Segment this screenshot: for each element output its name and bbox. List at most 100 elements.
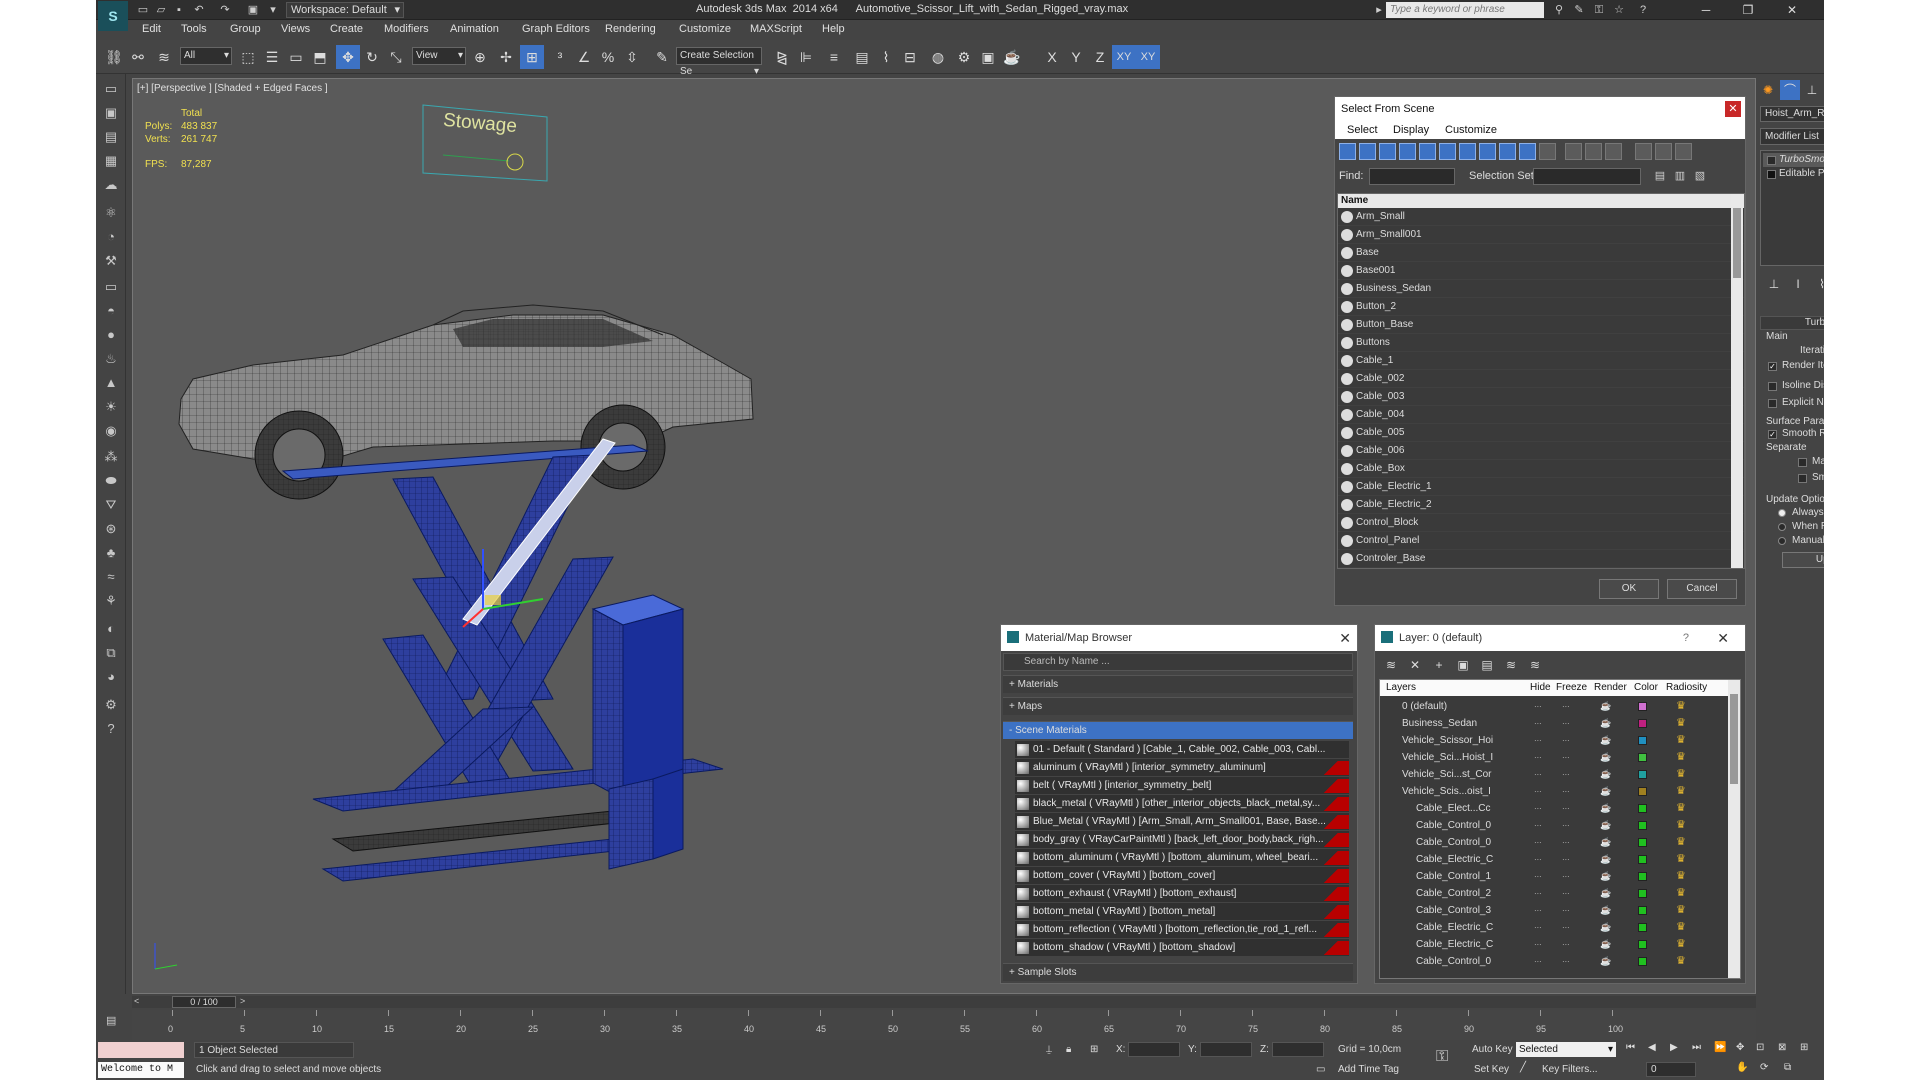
scene-object-item[interactable]: Control_Block	[1338, 514, 1744, 532]
bind-spacewarp-icon[interactable]: ≋	[152, 45, 176, 69]
modify-tab-icon[interactable]: ⌒	[1780, 80, 1800, 100]
close-icon[interactable]: ✕	[1339, 625, 1351, 651]
menu-graph-editors[interactable]: Graph Editors	[522, 23, 590, 35]
scene-object-item[interactable]: Cable_005	[1338, 424, 1744, 442]
toggle-cell[interactable]: ∙∙∙	[1562, 851, 1570, 868]
maxscript-mini-listener[interactable]: Welcome to M	[98, 1062, 184, 1078]
toggle-cell[interactable]: ∙∙∙	[1562, 715, 1570, 732]
schematic-view-icon[interactable]: ⊟	[898, 45, 922, 69]
filter-helpers-icon[interactable]	[1419, 143, 1436, 160]
material-search-input[interactable]: Search by Name ...	[1003, 653, 1353, 671]
project-folder-icon[interactable]: ▣	[246, 3, 260, 17]
material-item[interactable]: bottom_cover ( VRayMtl ) [bottom_cover]	[1015, 867, 1349, 885]
particles-icon[interactable]: ⁂	[100, 446, 122, 468]
scene-object-item[interactable]: Base001	[1338, 262, 1744, 280]
filter-shapes-icon[interactable]	[1359, 143, 1376, 160]
toggle-cell[interactable]: ∙∙∙	[1562, 749, 1570, 766]
graphite-ribbon-icon[interactable]: ▤	[850, 45, 874, 69]
menu-customize[interactable]: Customize	[1445, 124, 1497, 136]
filter-xrefs-icon[interactable]	[1479, 143, 1496, 160]
play-icon[interactable]: ▶	[1670, 1042, 1678, 1053]
layer-row[interactable]: Vehicle_Sci...st_Cor ∙∙∙ ∙∙∙ ☕ ♛	[1380, 766, 1728, 783]
dropdown-icon[interactable]: ▾	[266, 3, 280, 17]
scene-object-item[interactable]: Cable_1	[1338, 352, 1744, 370]
hair-icon[interactable]: ≈	[100, 566, 122, 588]
toggle-cell[interactable]: ∙∙∙	[1562, 953, 1570, 970]
help-search-input[interactable]: Type a keyword or phrase	[1386, 2, 1544, 18]
name-column-header[interactable]: Name	[1338, 194, 1744, 208]
binoculars-icon[interactable]: ⚲	[1552, 3, 1566, 17]
layer-row[interactable]: Cable_Control_1 ∙∙∙ ∙∙∙ ☕ ♛	[1380, 868, 1728, 885]
select-by-name-icon[interactable]: ☰	[260, 45, 284, 69]
curve-editor-icon[interactable]: ▤	[106, 1014, 116, 1027]
filter-containers-icon[interactable]	[1519, 143, 1536, 160]
add-set-icon[interactable]: ▥	[1673, 169, 1687, 183]
menu-select[interactable]: Select	[1347, 124, 1378, 136]
redo-icon[interactable]: ↷	[218, 3, 232, 17]
layer-row[interactable]: Cable_Elect...Cc ∙∙∙ ∙∙∙ ☕ ♛	[1380, 800, 1728, 817]
freeze-all-icon[interactable]: ≋	[1527, 657, 1543, 673]
modifier-toggle-icon[interactable]	[1767, 156, 1776, 165]
material-sphere-icon[interactable]: ◐	[100, 618, 122, 640]
radiosity-icon[interactable]: ♛	[1676, 904, 1688, 916]
toggle-cell[interactable]: ∙∙∙	[1534, 749, 1542, 766]
next-key-icon[interactable]: ⏭	[1692, 1042, 1701, 1053]
col-color[interactable]: Color	[1634, 682, 1658, 693]
render-icon[interactable]: ◕	[100, 666, 122, 688]
transform-icon[interactable]: ⧉	[100, 642, 122, 664]
radiosity-icon[interactable]: ♛	[1676, 836, 1688, 848]
radiosity-icon[interactable]: ♛	[1676, 768, 1688, 780]
material-item[interactable]: bottom_metal ( VRayMtl ) [bottom_metal]	[1015, 903, 1349, 921]
auto-key-button[interactable]: Auto Key	[1472, 1042, 1513, 1057]
layer-color-swatch[interactable]	[1638, 787, 1647, 796]
render-teapot-icon[interactable]: ☕	[1600, 902, 1611, 919]
hierarchy-tab-icon[interactable]: ⊥	[1802, 80, 1822, 100]
scroll-thumb[interactable]	[1730, 694, 1738, 784]
align-icon[interactable]: ⊫	[794, 45, 818, 69]
layer-row[interactable]: Cable_Control_0 ∙∙∙ ∙∙∙ ☕ ♛	[1380, 834, 1728, 851]
toggle-cell[interactable]: ∙∙∙	[1562, 817, 1570, 834]
rendered-frame-icon[interactable]: ▣	[976, 45, 1000, 69]
go-to-end-icon[interactable]: ⏩	[1714, 1042, 1726, 1053]
material-item[interactable]: bottom_reflection ( VRayMtl ) [bottom_re…	[1015, 921, 1349, 939]
render-teapot-icon[interactable]: ☕	[1600, 749, 1611, 766]
list-scrollbar[interactable]	[1731, 194, 1743, 568]
key-icon[interactable]: ⚿	[1436, 1048, 1448, 1066]
layer-row[interactable]: Cable_Control_0 ∙∙∙ ∙∙∙ ☕ ♛	[1380, 817, 1728, 834]
col-render[interactable]: Render	[1594, 682, 1627, 693]
named-selection-icon[interactable]: ✎	[650, 45, 674, 69]
render-teapot-icon[interactable]: ☕	[1600, 834, 1611, 851]
object-name-field[interactable]: Hoist_Arm_R2	[1760, 106, 1824, 122]
toggle-cell[interactable]: ∙∙∙	[1534, 698, 1542, 715]
material-item[interactable]: bottom_aluminum ( VRayMtl ) [bottom_alum…	[1015, 849, 1349, 867]
document-icon[interactable]: ▤	[100, 126, 122, 148]
toggle-cell[interactable]: ∙∙∙	[1562, 868, 1570, 885]
toggle-cell[interactable]: ∙∙∙	[1562, 936, 1570, 953]
close-icon[interactable]: ✕	[1717, 625, 1729, 651]
add-time-tag[interactable]: Add Time Tag	[1338, 1064, 1399, 1075]
isolate-icon[interactable]: ⍊	[1046, 1044, 1052, 1055]
menu-maxscript[interactable]: MAXScript	[750, 23, 802, 35]
layer-color-swatch[interactable]	[1638, 923, 1647, 932]
layer-color-swatch[interactable]	[1638, 821, 1647, 830]
maximize-icon[interactable]: ❐	[1728, 0, 1768, 20]
dome-icon[interactable]: ◓	[100, 300, 122, 322]
col-hide[interactable]: Hide	[1530, 682, 1551, 693]
time-tag-icon[interactable]: ▭	[1316, 1064, 1325, 1075]
grid-icon[interactable]: ▦	[100, 150, 122, 172]
toggle-cell[interactable]: ∙∙∙	[1562, 698, 1570, 715]
render-teapot-icon[interactable]: ☕	[1600, 868, 1611, 885]
zoom-icon[interactable]: ⊡	[1756, 1042, 1764, 1053]
hammer-icon[interactable]: ⚒	[100, 250, 122, 272]
cancel-button[interactable]: Cancel	[1667, 579, 1737, 599]
radiosity-icon[interactable]: ♛	[1676, 751, 1688, 763]
pin-stack-icon[interactable]: ⊥	[1766, 276, 1782, 292]
layer-color-swatch[interactable]	[1638, 753, 1647, 762]
layer-color-swatch[interactable]	[1638, 736, 1647, 745]
render-teapot-icon[interactable]: ☕	[1600, 851, 1611, 868]
viewport-icon[interactable]: ▭	[100, 78, 122, 100]
radiosity-icon[interactable]: ♛	[1676, 700, 1688, 712]
menu-group[interactable]: Group	[230, 23, 261, 35]
toggle-cell[interactable]: ∙∙∙	[1534, 868, 1542, 885]
list-view-icon[interactable]	[1675, 143, 1692, 160]
